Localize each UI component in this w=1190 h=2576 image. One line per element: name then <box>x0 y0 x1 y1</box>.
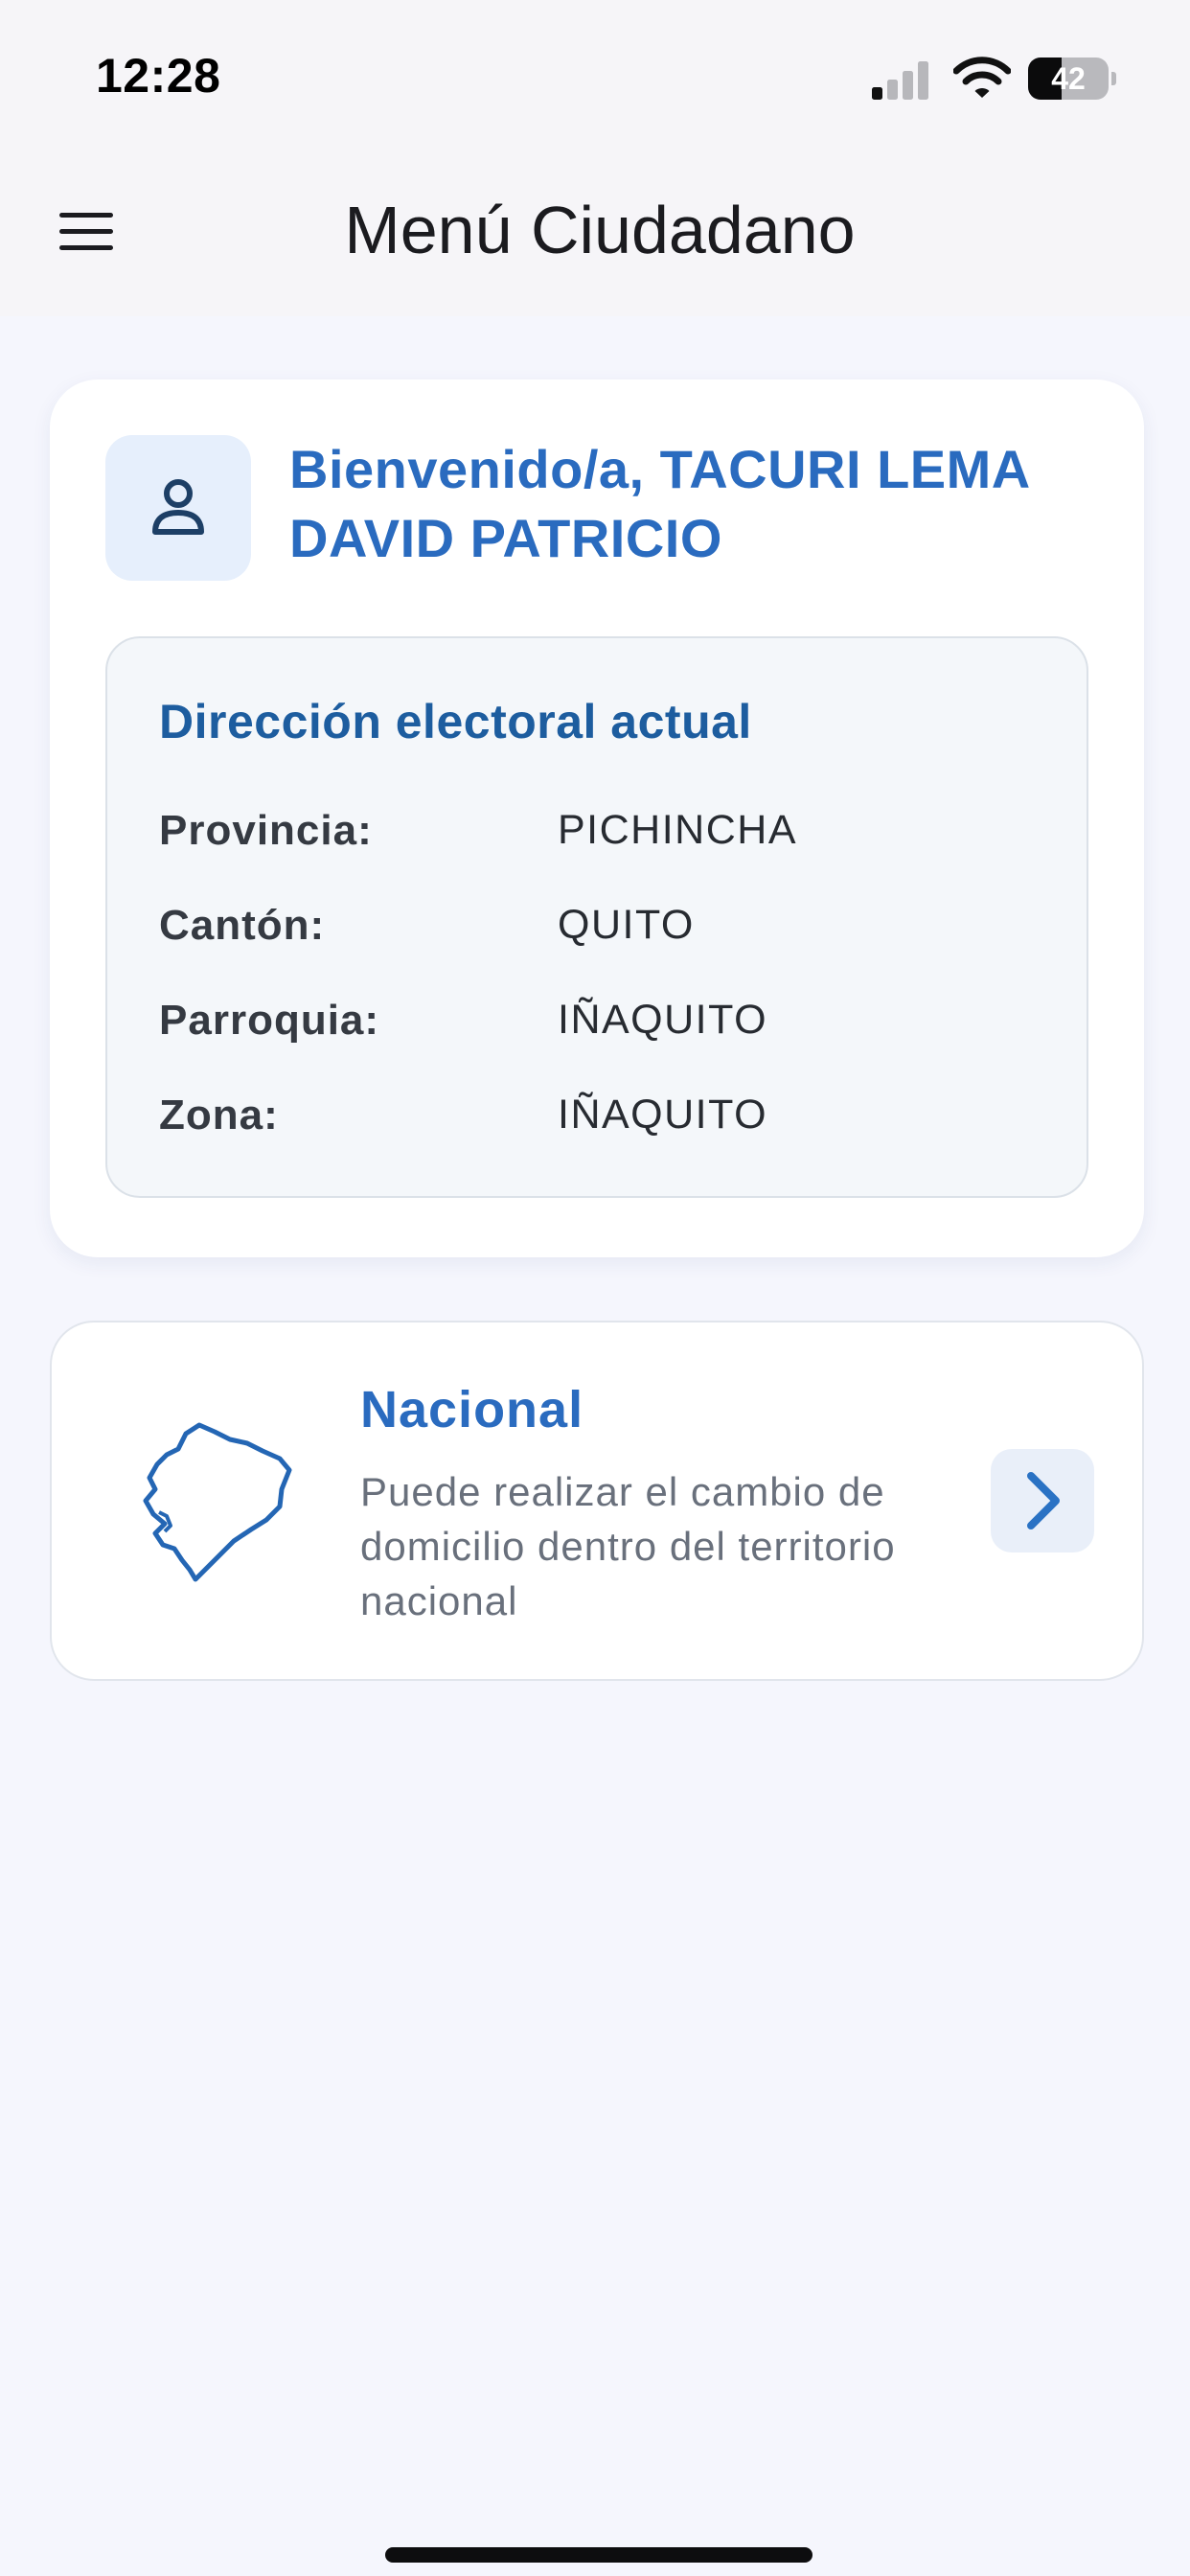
address-label: Provincia: <box>159 807 373 854</box>
address-value: IÑAQUITO <box>558 1092 768 1138</box>
address-row-zona: Zona: IÑAQUITO <box>159 1092 1060 1149</box>
address-value: PICHINCHA <box>558 807 798 853</box>
battery-icon: 42 <box>1028 58 1116 100</box>
nacional-option-card[interactable]: Nacional Puede realizar el cambio de dom… <box>50 1321 1144 1681</box>
avatar <box>105 435 251 581</box>
electoral-address-box: Dirección electoral actual Provincia: PI… <box>105 636 1088 1198</box>
welcome-card: Bienvenido/a, TACURI LEMA DAVID PATRICIO… <box>50 380 1144 1257</box>
user-icon <box>152 479 204 535</box>
address-value: IÑAQUITO <box>558 997 768 1043</box>
nacional-description: Puede realizar el cambio de domicilio de… <box>360 1469 896 1623</box>
welcome-message: Bienvenido/a, TACURI LEMA DAVID PATRICIO <box>289 439 1029 568</box>
ecuador-map-icon <box>143 1422 292 1582</box>
nacional-go-button[interactable] <box>991 1449 1094 1552</box>
status-bar: 12:28 42 <box>0 0 1190 153</box>
address-label: Zona: <box>159 1092 279 1138</box>
nacional-title: Nacional <box>360 1381 584 1438</box>
address-label: Cantón: <box>159 902 326 949</box>
home-indicator[interactable] <box>385 2547 812 2563</box>
status-time: 12:28 <box>96 49 221 103</box>
signal-icon <box>872 61 928 100</box>
address-value: QUITO <box>558 902 695 948</box>
app-bar: Menú Ciudadano <box>0 153 1190 316</box>
address-label: Parroquia: <box>159 997 380 1044</box>
chevron-right-icon <box>1027 1472 1060 1530</box>
address-row-parroquia: Parroquia: IÑAQUITO <box>159 997 1060 1054</box>
address-row-provincia: Provincia: PICHINCHA <box>159 807 1060 864</box>
page-title: Menú Ciudadano <box>344 193 856 267</box>
wifi-icon <box>953 57 1011 98</box>
battery-level: 42 <box>1051 61 1086 96</box>
address-row-canton: Cantón: QUITO <box>159 902 1060 959</box>
address-title: Dirección electoral actual <box>159 695 752 748</box>
